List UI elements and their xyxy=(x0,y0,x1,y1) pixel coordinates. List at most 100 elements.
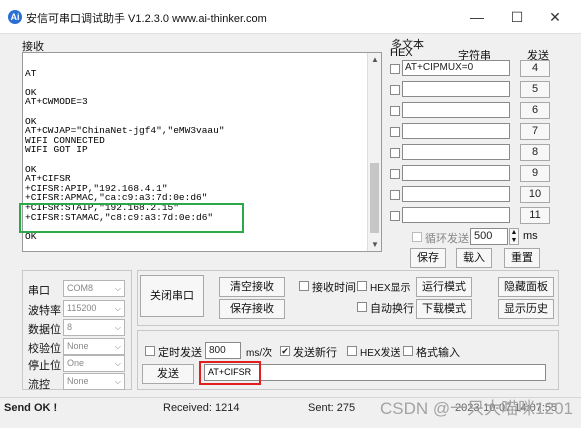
baud-select[interactable]: 115200 ⌵ xyxy=(63,300,125,317)
load-multi-button[interactable]: 载入 xyxy=(456,248,492,268)
hex-row-checkbox[interactable] xyxy=(390,211,400,221)
multi-send-button[interactable]: 11 xyxy=(520,207,550,224)
flow-select[interactable]: None ⌵ xyxy=(63,373,125,390)
chevron-down-icon: ⌵ xyxy=(114,377,121,386)
multi-text-input[interactable] xyxy=(402,207,510,223)
clear-receive-button[interactable]: 清空接收 xyxy=(219,277,285,297)
multi-text-input[interactable] xyxy=(402,165,510,181)
port-select[interactable]: COM8 ⌵ xyxy=(63,280,125,297)
databits-value: 8 xyxy=(67,322,73,332)
multi-text-row: 5 xyxy=(390,81,558,99)
baud-label: 波特率 xyxy=(28,305,61,317)
hex-row-checkbox[interactable] xyxy=(390,64,400,74)
show-history-button[interactable]: 显示历史 xyxy=(498,299,554,319)
flow-label: 流控 xyxy=(28,379,50,391)
save-receive-button[interactable]: 保存接收 xyxy=(219,299,285,319)
multi-text-input[interactable]: AT+CIPMUX=0 xyxy=(402,60,510,76)
multi-send-button[interactable]: 10 xyxy=(520,186,550,203)
multi-text-input[interactable] xyxy=(402,102,510,118)
multi-send-button[interactable]: 6 xyxy=(520,102,550,119)
baud-value: 115200 xyxy=(67,303,97,313)
parity-label: 校验位 xyxy=(28,343,61,355)
receive-line: WIFI GOT IP xyxy=(25,144,88,156)
hex-row-checkbox[interactable] xyxy=(390,127,400,137)
maximize-button[interactable]: ☐ xyxy=(502,5,532,29)
hex-row-checkbox[interactable] xyxy=(390,169,400,179)
multi-text-row: 9 xyxy=(390,165,558,183)
parity-value: None xyxy=(67,341,89,351)
scroll-up-icon[interactable]: ▲ xyxy=(368,55,381,64)
loop-interval-input[interactable]: 500 xyxy=(470,228,508,245)
receive-time-checkbox[interactable] xyxy=(299,281,309,291)
format-input-label: 格式输入 xyxy=(416,347,460,359)
scroll-down-icon[interactable]: ▼ xyxy=(368,240,381,249)
hex-column-label: HEX xyxy=(390,47,413,59)
multi-text-row: 10 xyxy=(390,186,558,204)
multi-text-input[interactable] xyxy=(402,123,510,139)
send-button[interactable]: 发送 xyxy=(142,364,194,384)
close-port-button[interactable]: 关闭串口 xyxy=(140,275,204,317)
run-mode-button[interactable]: 运行模式 xyxy=(416,277,472,297)
app-window: Ai 安信可串口调试助手 V1.2.3.0 www.ai-thinker.com… xyxy=(0,0,581,428)
received-count: Received: 1214 xyxy=(163,402,240,414)
send-newline-label: 发送新行 xyxy=(293,347,337,359)
receive-line: OK xyxy=(25,163,37,175)
multi-send-button[interactable]: 5 xyxy=(520,81,550,98)
download-mode-button[interactable]: 下载模式 xyxy=(416,299,472,319)
hex-row-checkbox[interactable] xyxy=(390,85,400,95)
highlight-box-green xyxy=(19,203,244,233)
hex-row-checkbox[interactable] xyxy=(390,106,400,116)
hex-row-checkbox[interactable] xyxy=(390,148,400,158)
close-button[interactable]: ✕ xyxy=(540,5,570,29)
save-multi-button[interactable]: 保存 xyxy=(410,248,446,268)
app-logo-icon: Ai xyxy=(8,10,22,24)
multi-text-row: 7 xyxy=(390,123,558,141)
minimize-button[interactable]: — xyxy=(462,5,492,29)
parity-select[interactable]: None ⌵ xyxy=(63,338,125,355)
loop-send-checkbox[interactable] xyxy=(412,232,422,242)
reset-multi-button[interactable]: 重置 xyxy=(504,248,540,268)
receive-scrollbar[interactable]: ▲ ▼ xyxy=(367,53,381,251)
receive-line xyxy=(25,107,365,117)
interval-spinner[interactable]: ▲ ▼ xyxy=(509,228,519,245)
auto-newline-checkbox[interactable] xyxy=(357,302,367,312)
hex-send-checkbox[interactable] xyxy=(347,346,357,356)
receive-line: AT+CWMODE=3 xyxy=(25,96,88,108)
chevron-down-icon: ⌵ xyxy=(114,284,121,293)
auto-newline-label: 自动换行 xyxy=(370,303,414,315)
stopbits-value: One xyxy=(67,358,85,368)
multi-text-input[interactable] xyxy=(402,81,510,97)
flow-value: None xyxy=(67,376,89,386)
multi-text-row: 11 xyxy=(390,207,558,225)
receive-line: OK xyxy=(25,230,37,242)
send-newline-checkbox[interactable]: ✔ xyxy=(280,346,290,356)
timed-send-checkbox[interactable] xyxy=(145,346,155,356)
timed-send-label: 定时发送 xyxy=(158,347,202,359)
multi-send-button[interactable]: 7 xyxy=(520,123,550,140)
stopbits-label: 停止位 xyxy=(28,360,61,372)
receive-line: AT xyxy=(25,67,37,79)
highlight-box-red xyxy=(199,361,261,385)
hide-panel-button[interactable]: 隐藏面板 xyxy=(498,277,554,297)
multi-text-input[interactable] xyxy=(402,144,510,160)
chevron-down-icon: ⌵ xyxy=(114,359,121,368)
databits-select[interactable]: 8 ⌵ xyxy=(63,319,125,336)
multi-send-button[interactable]: 9 xyxy=(520,165,550,182)
multi-send-button[interactable]: 8 xyxy=(520,144,550,161)
multi-send-button[interactable]: 4 xyxy=(520,60,550,77)
multi-text-row: 6 xyxy=(390,102,558,120)
multi-text-input[interactable] xyxy=(402,186,510,202)
hex-send-label: HEX发送 xyxy=(360,348,401,359)
multi-text-row: 8 xyxy=(390,144,558,162)
receive-line xyxy=(25,59,365,69)
receive-time-label: 接收时间 xyxy=(312,282,356,294)
hex-row-checkbox[interactable] xyxy=(390,190,400,200)
scroll-thumb[interactable] xyxy=(370,163,379,233)
hex-display-checkbox[interactable] xyxy=(357,281,367,291)
stopbits-select[interactable]: One ⌵ xyxy=(63,355,125,372)
send-interval-unit: ms/次 xyxy=(246,348,273,359)
watermark: CSDN @一只大喵咪1201 xyxy=(380,399,573,418)
send-interval-input[interactable]: 800 xyxy=(205,342,241,359)
format-input-checkbox[interactable] xyxy=(403,346,413,356)
loop-unit-label: ms xyxy=(523,230,538,242)
